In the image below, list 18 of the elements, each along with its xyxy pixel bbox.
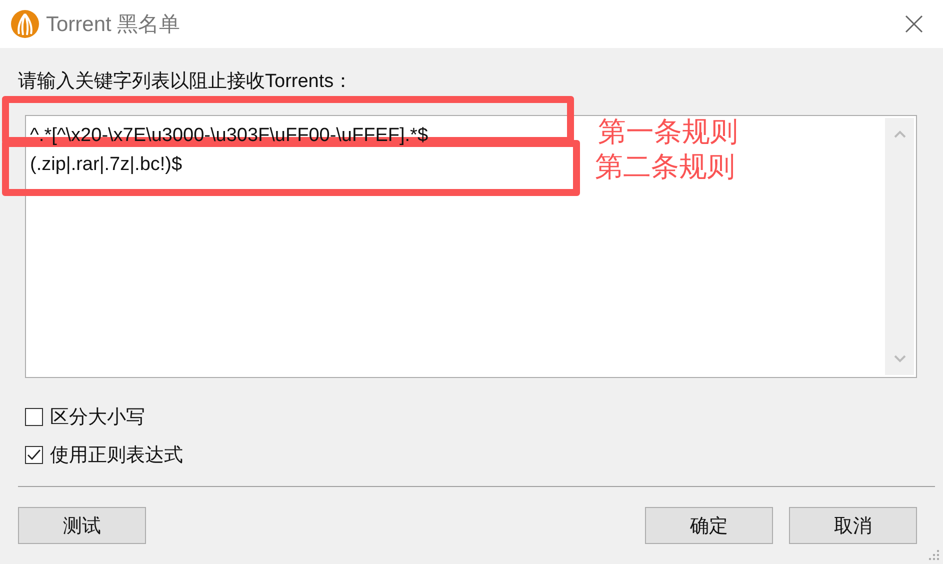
- close-icon[interactable]: [905, 15, 923, 33]
- checkbox-label[interactable]: 使用正则表达式: [50, 442, 183, 468]
- checkbox[interactable]: [25, 408, 43, 426]
- resize-grip-icon[interactable]: [928, 549, 940, 561]
- dialog-button[interactable]: 确定: [645, 507, 773, 544]
- annotation-label: 第二条规则: [595, 153, 735, 181]
- scroll-up-icon[interactable]: [894, 130, 906, 138]
- scroll-down-icon[interactable]: [894, 355, 906, 363]
- prompt-label: 请输入关键字列表以阻止接收Torrents：: [18, 70, 354, 94]
- scrollbar[interactable]: [885, 118, 914, 375]
- text-line: (.zip|.rar|.7z|.bc!)$: [30, 153, 182, 177]
- checkbox-label[interactable]: 区分大小写: [50, 404, 145, 430]
- checkbox[interactable]: [25, 446, 43, 464]
- dialog-button[interactable]: 取消: [789, 507, 917, 544]
- window-title: Torrent 黑名单: [46, 12, 182, 38]
- dialog-button[interactable]: 测试: [18, 507, 146, 544]
- annotation-label: 第一条规则: [598, 118, 738, 146]
- app-logo-icon: [10, 9, 40, 39]
